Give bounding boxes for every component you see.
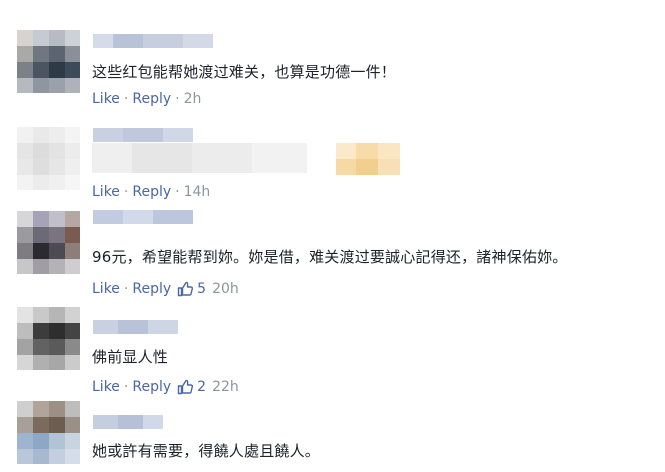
commenter-name-redacted[interactable] (93, 128, 193, 142)
redacted-comment-text (92, 143, 307, 173)
comment-text: 佛前显人性 (92, 348, 169, 366)
thumbs-up-icon[interactable] (177, 281, 194, 297)
reply-button[interactable]: Reply (132, 379, 171, 395)
reply-button[interactable]: Reply (132, 184, 171, 200)
reply-button[interactable]: Reply (132, 91, 171, 107)
comment-actions: Like · Reply 5 20h (92, 281, 239, 297)
comment-text: 96元，希望能帮到妳。妳是借，难关渡过要誠心記得还，諸神保佑妳。 (92, 248, 568, 266)
separator: · (175, 91, 180, 107)
reaction-count[interactable]: 5 (197, 281, 206, 297)
avatar[interactable] (17, 307, 80, 370)
timestamp[interactable]: 20h (212, 281, 239, 297)
timestamp[interactable]: 22h (212, 379, 239, 395)
timestamp[interactable]: 2h (184, 91, 202, 107)
like-button[interactable]: Like (92, 379, 120, 395)
avatar[interactable] (17, 127, 80, 190)
reply-button[interactable]: Reply (132, 281, 171, 297)
separator: · (123, 184, 129, 200)
like-button[interactable]: Like (92, 281, 120, 297)
separator: · (123, 281, 129, 297)
commenter-name-redacted[interactable] (93, 210, 213, 224)
comment-actions: Like · Reply 2 22h (92, 379, 239, 395)
thumbs-up-icon[interactable] (177, 379, 194, 395)
comment-text: 她或許有需要，得饒人處且饒人。 (92, 442, 321, 460)
like-button[interactable]: Like (92, 91, 120, 107)
comment-actions: Like · Reply · 14h (92, 184, 210, 200)
comment-actions: Like · Reply · 2h (92, 91, 201, 107)
commenter-name-redacted[interactable] (93, 320, 178, 334)
commenter-name-redacted[interactable] (93, 34, 223, 48)
separator: · (123, 379, 129, 395)
reaction-count[interactable]: 2 (197, 379, 206, 395)
avatar[interactable] (17, 30, 80, 93)
separator: · (123, 91, 129, 107)
avatar[interactable] (17, 401, 80, 464)
timestamp[interactable]: 14h (184, 184, 211, 200)
commenter-name-redacted[interactable] (93, 415, 163, 429)
separator: · (175, 184, 180, 200)
comment-text: 这些红包能帮她渡过难关，也算是功德一件！ (92, 63, 397, 81)
like-button[interactable]: Like (92, 184, 120, 200)
avatar[interactable] (17, 211, 80, 274)
redacted-emoji (336, 143, 400, 175)
